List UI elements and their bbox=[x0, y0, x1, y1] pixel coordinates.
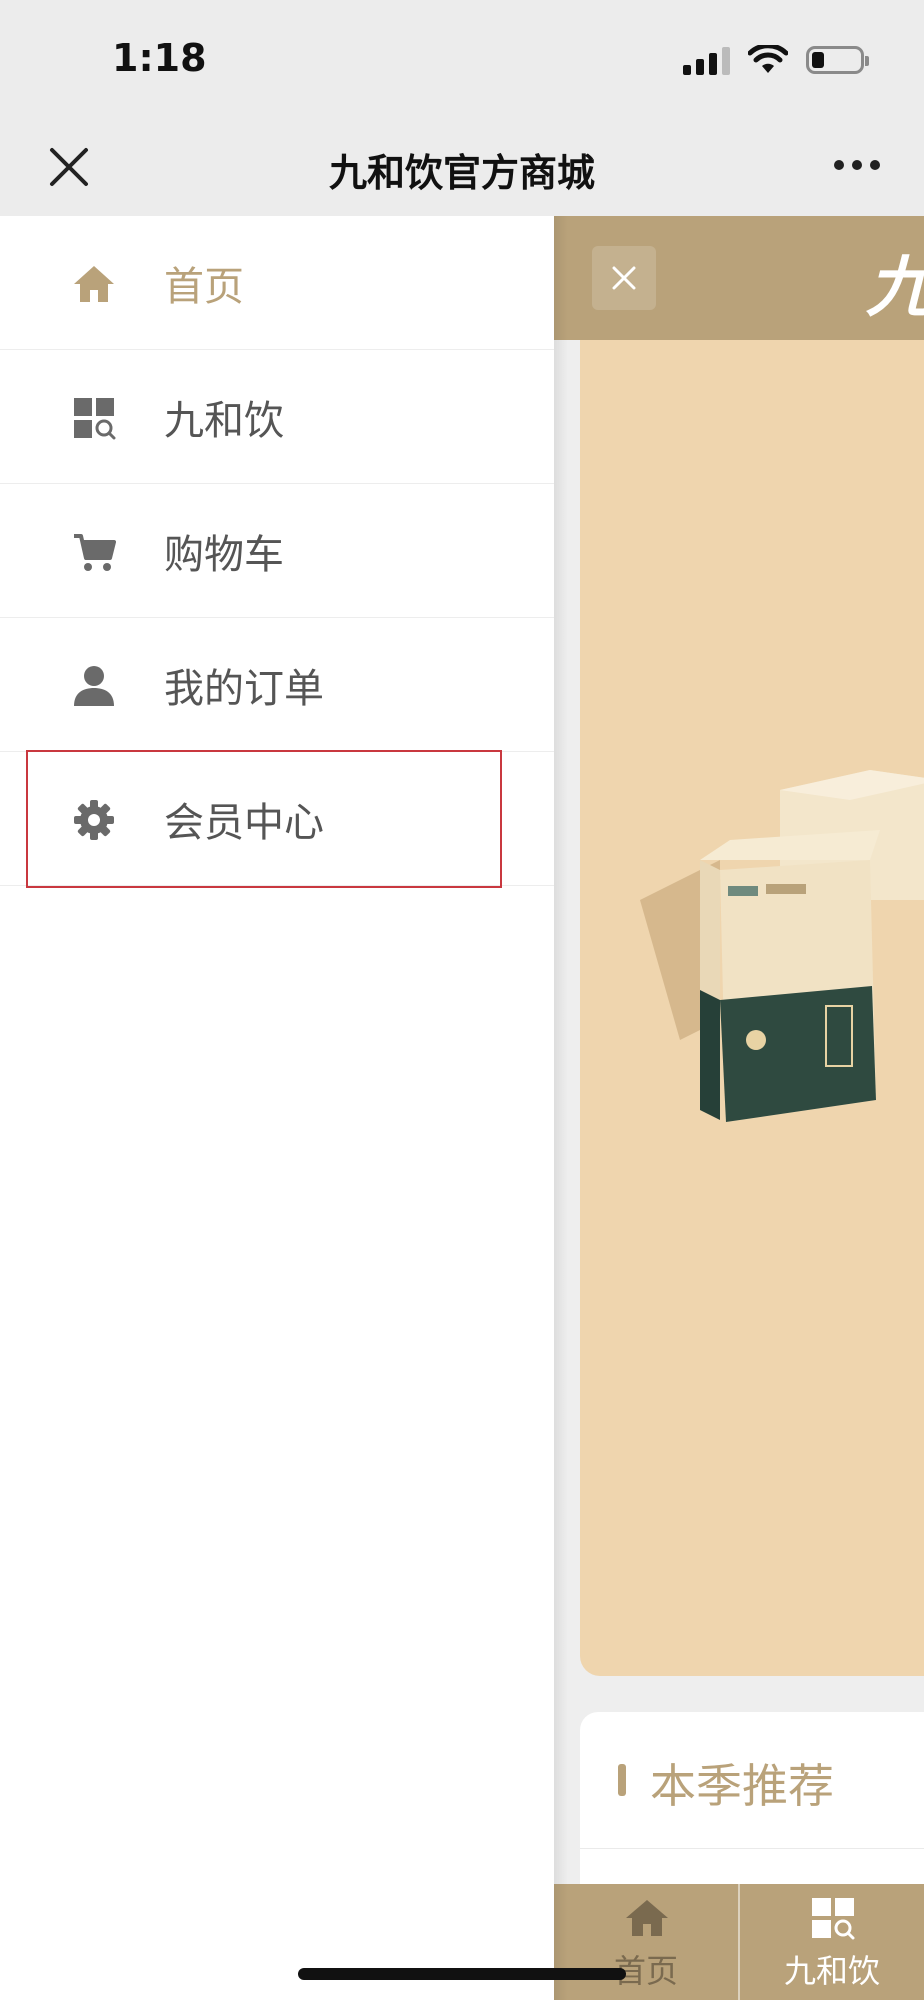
section-title: 本季推荐 bbox=[650, 1759, 834, 1813]
menu-item-jiuheyin[interactable]: 九和饮 bbox=[0, 350, 554, 484]
user-icon bbox=[74, 666, 114, 706]
menu-item-label: 购物车 bbox=[164, 532, 284, 578]
close-icon bbox=[612, 266, 636, 290]
tab-jiuheyin[interactable]: 九和饮 bbox=[738, 1884, 924, 2000]
product-banner[interactable] bbox=[580, 340, 924, 1676]
signal-icon bbox=[683, 45, 730, 75]
nav-bar: 九和饮官方商城 bbox=[0, 120, 924, 216]
brand-logo: 九 bbox=[866, 234, 924, 330]
home-icon bbox=[626, 1900, 668, 1936]
menu-item-label: 首页 bbox=[164, 264, 244, 310]
product-box-image bbox=[640, 770, 924, 1122]
highlight-box bbox=[26, 750, 502, 888]
more-options-icon[interactable] bbox=[834, 160, 880, 170]
status-time: 1:18 bbox=[112, 36, 207, 80]
tab-bar: 首页 九和饮 bbox=[554, 1884, 924, 2000]
status-icons bbox=[683, 42, 869, 78]
menu-item-cart[interactable]: 购物车 bbox=[0, 484, 554, 618]
section-accent-bar bbox=[618, 1764, 626, 1796]
divider bbox=[580, 1848, 924, 1849]
status-bar: 1:18 bbox=[0, 0, 924, 120]
menu-item-orders[interactable]: 我的订单 bbox=[0, 618, 554, 752]
menu-item-home[interactable]: 首页 bbox=[0, 216, 554, 350]
wifi-icon bbox=[748, 45, 788, 73]
underlying-page: 九 本季推荐 bbox=[554, 216, 924, 2000]
page-close-button[interactable] bbox=[592, 246, 656, 310]
cart-icon bbox=[74, 534, 116, 571]
grid-search-icon bbox=[812, 1898, 855, 1940]
home-indicator bbox=[298, 1968, 626, 1980]
battery-icon bbox=[806, 46, 869, 74]
menu-item-label: 九和饮 bbox=[164, 398, 284, 444]
page-header: 九 bbox=[554, 216, 924, 340]
side-menu: 首页 九和饮 购物车 我的订单 会员中心 bbox=[0, 216, 554, 2000]
page-title: 九和饮官方商城 bbox=[328, 151, 595, 195]
grid-search-icon bbox=[74, 398, 116, 440]
menu-item-label: 我的订单 bbox=[164, 666, 324, 712]
tab-label: 九和饮 bbox=[783, 1952, 880, 1990]
tab-home[interactable]: 首页 bbox=[554, 1884, 738, 2000]
home-icon bbox=[74, 266, 114, 302]
